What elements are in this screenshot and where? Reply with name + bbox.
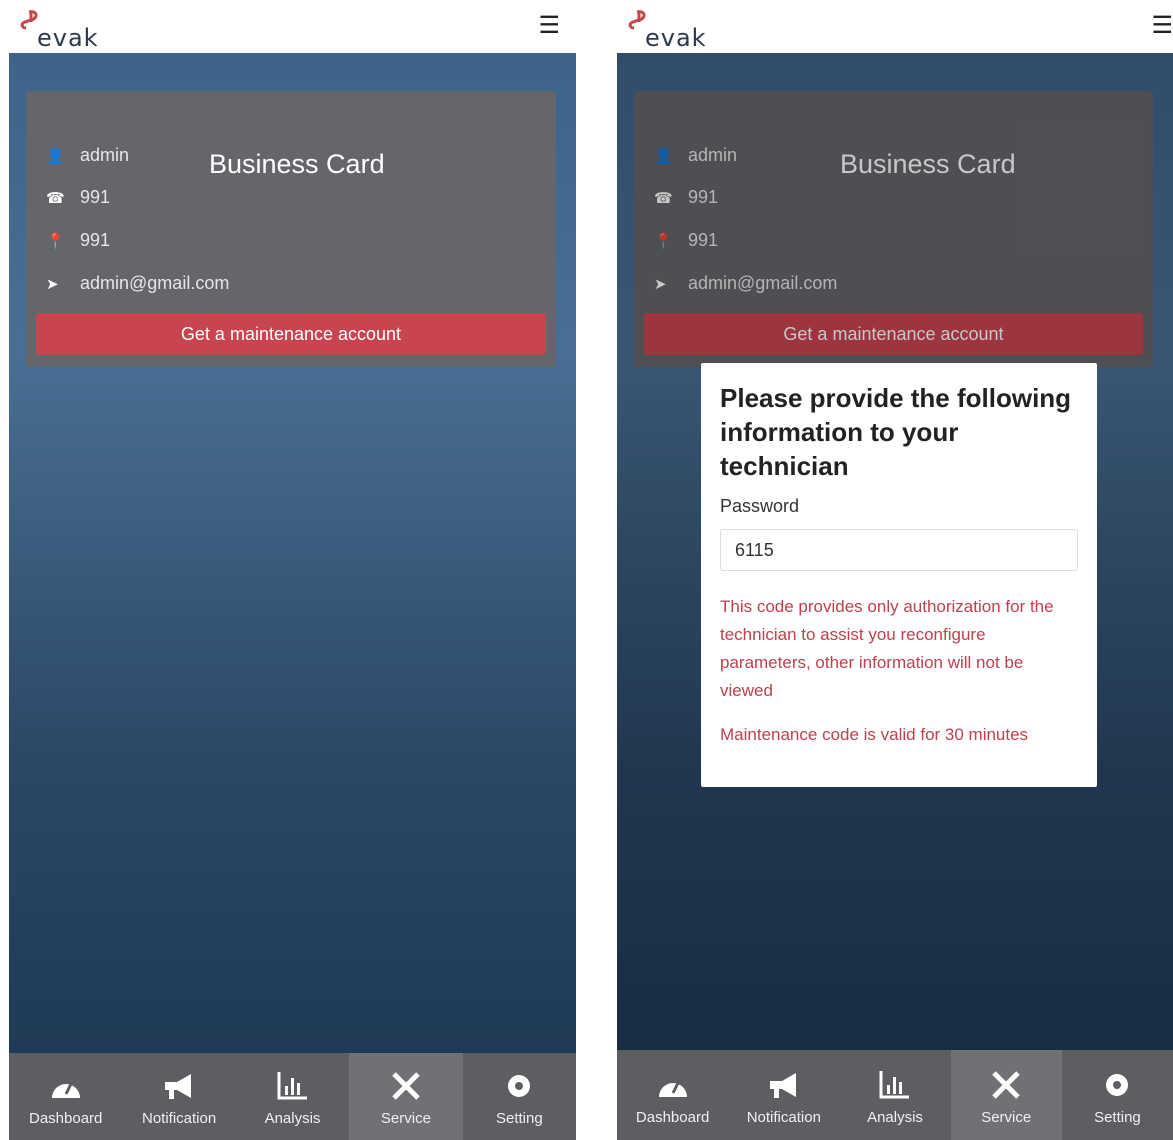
nav-analysis[interactable]: Analysis (839, 1050, 950, 1140)
nav-label: Notification (142, 1110, 217, 1127)
authorization-note: This code provides only authorization fo… (720, 597, 1054, 700)
logo: evak (19, 10, 109, 52)
phone-row: ☎ 991 (46, 187, 110, 213)
password-label: Password (720, 496, 800, 516)
gauge-icon (46, 1066, 86, 1106)
logo-text: evak (645, 24, 707, 52)
gauge-icon (653, 1065, 693, 1105)
location-row: 📍 991 (46, 230, 110, 256)
phone-screen-right: evak ☰ Business Card 👤 admin ☎ 991 📍 991 ➤ a… (617, 0, 1173, 1140)
email-row: ➤ admin@gmail.com (46, 273, 229, 299)
nav-label: Notification (746, 1108, 821, 1126)
gear-icon (499, 1066, 539, 1106)
nav-label: Dashboard (635, 1108, 710, 1126)
phone-screen-left: evak ☰ Business Card 👤 admin ☎ 991 📍 991 ➤ a… (9, 0, 576, 1140)
password-field[interactable]: 6115 (720, 529, 1078, 571)
nav-service[interactable]: Service (349, 1053, 463, 1140)
top-bar: evak ☰ (9, 0, 576, 53)
user-name: admin (80, 145, 130, 165)
maintenance-code-dialog: Please provide the following information… (701, 363, 1097, 787)
nav-label: Service (380, 1110, 431, 1127)
megaphone-icon (159, 1066, 199, 1106)
bottom-nav: Dashboard Notification Analysis Service … (9, 1053, 576, 1140)
bar-chart-icon (875, 1065, 915, 1105)
nav-label: Analysis (867, 1108, 923, 1126)
nav-label: Analysis (264, 1110, 321, 1127)
user-row: 👤 admin (46, 145, 129, 171)
bar-chart-icon (273, 1066, 313, 1106)
location-value: 991 (80, 230, 111, 250)
top-bar: evak ☰ (617, 0, 1173, 53)
maintenance-account-button[interactable]: Get a maintenance account (36, 313, 546, 355)
nav-label: Dashboard (29, 1110, 103, 1127)
send-icon: ➤ (46, 276, 59, 293)
location-pin-icon: 📍 (46, 233, 65, 250)
tools-icon (386, 1066, 426, 1106)
email-value: admin@gmail.com (80, 273, 230, 293)
card-title: Business Card (209, 149, 385, 179)
gear-icon (1097, 1065, 1137, 1105)
nav-service[interactable]: Service (950, 1050, 1062, 1140)
phone-icon: ☎ (46, 190, 65, 207)
nav-label: Service (981, 1108, 1032, 1126)
nav-analysis[interactable]: Analysis (236, 1053, 349, 1140)
nav-notification[interactable]: Notification (122, 1053, 235, 1140)
business-card: Business Card 👤 admin ☎ 991 📍 991 ➤ admin@gm… (26, 91, 556, 367)
nav-setting[interactable]: Setting (463, 1053, 576, 1140)
hamburger-menu-icon[interactable]: ☰ (538, 14, 560, 38)
nav-dashboard[interactable]: Dashboard (617, 1050, 728, 1140)
nav-setting[interactable]: Setting (1062, 1050, 1173, 1140)
validity-note: Maintenance code is valid for 30 minutes (720, 725, 1029, 744)
nav-notification[interactable]: Notification (728, 1050, 839, 1140)
logo-text: evak (37, 24, 99, 52)
service-screen: Business Card 👤 admin ☎ 991 📍 991 ➤ admin@gm… (9, 53, 576, 1053)
bottom-nav: Dashboard Notification Analysis Service … (617, 1050, 1173, 1140)
nav-dashboard[interactable]: Dashboard (9, 1053, 122, 1140)
tools-icon (986, 1065, 1026, 1105)
phone-number: 991 (80, 187, 111, 207)
dialog-title: Please provide the following information… (720, 383, 1072, 481)
nav-label: Setting (1094, 1108, 1141, 1126)
nav-label: Setting (495, 1110, 543, 1127)
megaphone-icon (764, 1065, 804, 1105)
user-icon: 👤 (46, 148, 65, 165)
hamburger-menu-icon[interactable]: ☰ (1151, 14, 1173, 38)
logo: evak (627, 10, 717, 52)
